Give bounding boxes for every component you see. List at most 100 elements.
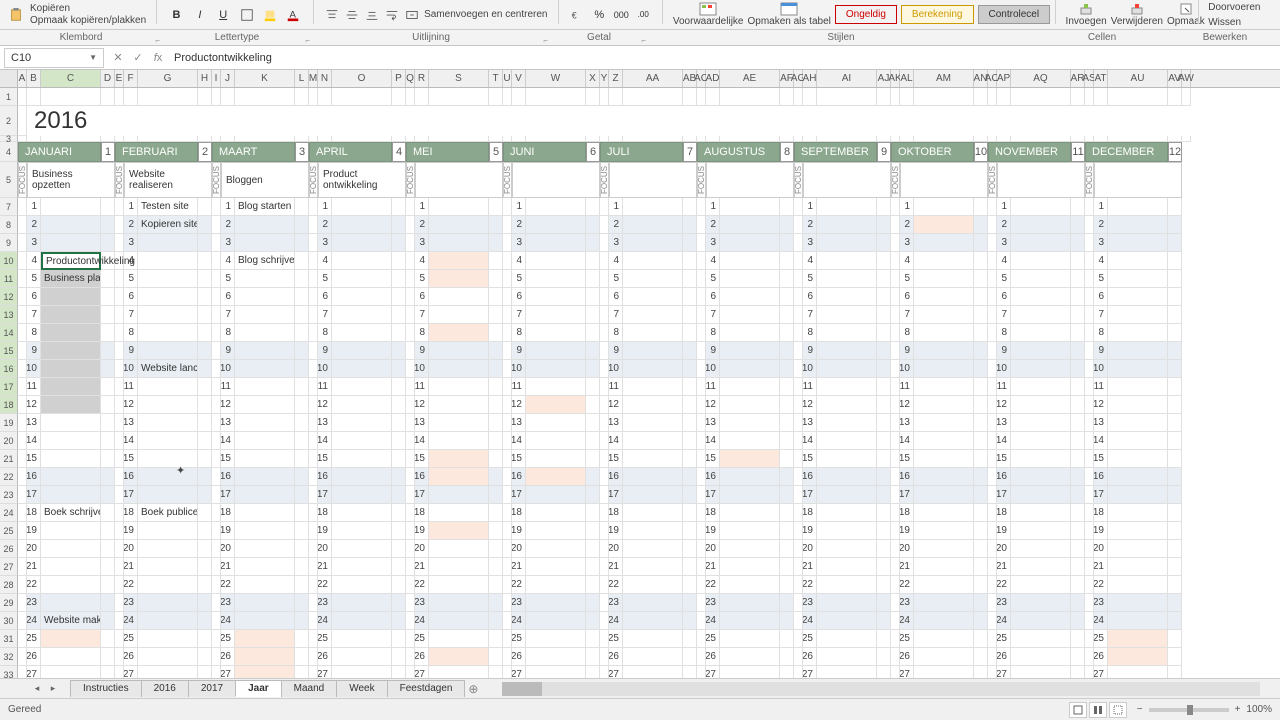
col-header-R[interactable]: R [415, 70, 429, 87]
day-number[interactable]: 14 [512, 432, 526, 450]
day-entry[interactable] [138, 522, 198, 540]
row-header[interactable]: 1 [0, 88, 18, 106]
day-entry[interactable] [1108, 414, 1168, 432]
day-entry[interactable] [332, 198, 392, 216]
day-entry[interactable] [41, 360, 101, 378]
day-number[interactable]: 25 [318, 630, 332, 648]
day-number[interactable]: 26 [997, 648, 1011, 666]
day-number[interactable]: 9 [803, 342, 817, 360]
day-number[interactable]: 4 [512, 252, 526, 270]
col-header-AM[interactable]: AM [914, 70, 974, 87]
day-entry[interactable] [429, 558, 489, 576]
day-number[interactable]: 22 [318, 576, 332, 594]
day-number[interactable]: 2 [609, 216, 623, 234]
day-entry[interactable] [1108, 360, 1168, 378]
day-entry[interactable] [138, 630, 198, 648]
day-entry[interactable] [817, 270, 877, 288]
row-header[interactable]: 15 [0, 342, 18, 360]
merge-center-button[interactable]: Samenvoegen en centreren [424, 9, 547, 20]
day-number[interactable]: 2 [803, 216, 817, 234]
day-entry[interactable] [429, 522, 489, 540]
cell[interactable] [803, 88, 817, 106]
day-number[interactable]: 9 [706, 342, 720, 360]
day-number[interactable]: 5 [512, 270, 526, 288]
col-header-AT[interactable]: AT [1094, 70, 1108, 87]
day-number[interactable]: 16 [997, 468, 1011, 486]
day-entry[interactable] [623, 522, 683, 540]
day-entry[interactable] [1108, 486, 1168, 504]
day-number[interactable]: 25 [706, 630, 720, 648]
cell[interactable] [512, 88, 526, 106]
worksheet-grid[interactable]: ABCDEFGHIJKLMNOPQRSTUVWXYZAAABACADAEAFAG… [0, 70, 1280, 678]
row-header[interactable]: 4 [0, 142, 18, 162]
day-number[interactable]: 3 [609, 234, 623, 252]
row-header[interactable]: 32 [0, 648, 18, 666]
day-entry[interactable] [1108, 342, 1168, 360]
day-number[interactable]: 11 [124, 378, 138, 396]
day-entry[interactable] [1011, 576, 1071, 594]
day-number[interactable]: 12 [1094, 396, 1108, 414]
day-entry[interactable] [526, 306, 586, 324]
day-entry[interactable] [429, 414, 489, 432]
day-number[interactable]: 9 [124, 342, 138, 360]
day-number[interactable]: 23 [997, 594, 1011, 612]
day-number[interactable]: 23 [900, 594, 914, 612]
day-number[interactable]: 8 [609, 324, 623, 342]
day-number[interactable]: 21 [512, 558, 526, 576]
day-entry[interactable] [817, 342, 877, 360]
italic-button[interactable]: I [190, 5, 209, 25]
day-number[interactable]: 22 [221, 576, 235, 594]
day-number[interactable]: 8 [706, 324, 720, 342]
day-number[interactable]: 1 [1094, 198, 1108, 216]
day-number[interactable]: 5 [415, 270, 429, 288]
day-number[interactable]: 15 [609, 450, 623, 468]
day-entry[interactable] [720, 198, 780, 216]
col-header-H[interactable]: H [198, 70, 212, 87]
row-header[interactable]: 2 [0, 106, 18, 136]
day-number[interactable]: 19 [124, 522, 138, 540]
day-number[interactable]: 26 [609, 648, 623, 666]
day-entry[interactable] [720, 504, 780, 522]
day-entry[interactable] [429, 396, 489, 414]
day-number[interactable]: 8 [318, 324, 332, 342]
day-entry[interactable] [623, 504, 683, 522]
day-entry[interactable] [526, 630, 586, 648]
day-entry[interactable] [138, 342, 198, 360]
day-entry[interactable] [914, 270, 974, 288]
day-number[interactable]: 20 [1094, 540, 1108, 558]
day-entry[interactable] [41, 378, 101, 396]
day-entry[interactable] [429, 486, 489, 504]
day-number[interactable]: 23 [512, 594, 526, 612]
day-entry[interactable] [332, 270, 392, 288]
day-entry[interactable] [914, 234, 974, 252]
day-number[interactable]: 18 [512, 504, 526, 522]
fill-color-button[interactable] [260, 5, 279, 25]
day-entry[interactable] [429, 306, 489, 324]
day-number[interactable]: 20 [609, 540, 623, 558]
day-number[interactable]: 17 [900, 486, 914, 504]
day-number[interactable]: 13 [415, 414, 429, 432]
day-entry[interactable]: Website lanceren [138, 360, 198, 378]
day-entry[interactable] [235, 306, 295, 324]
day-entry[interactable] [41, 396, 101, 414]
cell[interactable] [586, 88, 600, 106]
day-number[interactable]: 9 [512, 342, 526, 360]
cell[interactable] [295, 88, 309, 106]
day-entry[interactable] [332, 486, 392, 504]
cell[interactable] [1085, 88, 1094, 106]
day-number[interactable]: 12 [706, 396, 720, 414]
day-entry[interactable] [41, 540, 101, 558]
day-number[interactable]: 22 [803, 576, 817, 594]
cell[interactable] [1071, 88, 1085, 106]
cell[interactable] [914, 88, 974, 106]
day-entry[interactable] [429, 360, 489, 378]
day-number[interactable]: 9 [609, 342, 623, 360]
cell[interactable] [235, 88, 295, 106]
day-number[interactable]: 13 [609, 414, 623, 432]
day-entry[interactable] [429, 342, 489, 360]
day-number[interactable]: 10 [900, 360, 914, 378]
day-entry[interactable] [429, 540, 489, 558]
day-entry[interactable] [138, 288, 198, 306]
day-entry[interactable] [526, 414, 586, 432]
day-number[interactable]: 16 [27, 468, 41, 486]
